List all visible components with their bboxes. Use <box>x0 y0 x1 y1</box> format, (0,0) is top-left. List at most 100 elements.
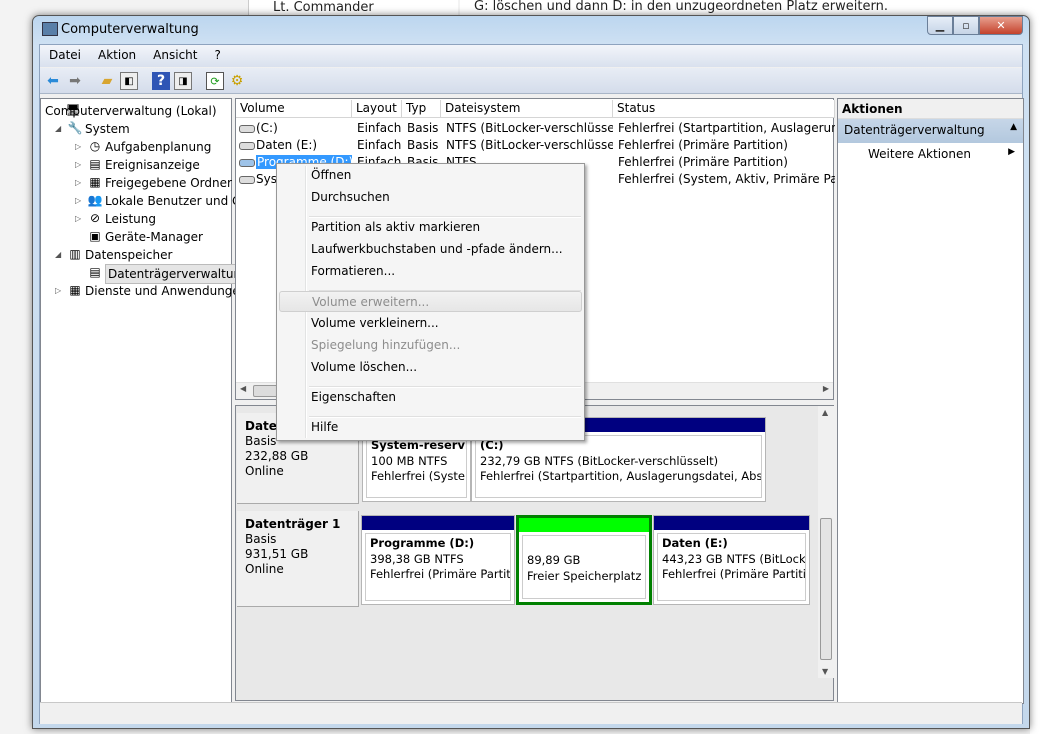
context-menu: Öffnen Durchsuchen Partition als aktiv mar… <box>276 163 585 441</box>
partition-size: 89,89 GB <box>527 553 581 567</box>
disk-type: Basis <box>245 434 277 448</box>
context-menu-item: Volume erweitern... <box>279 291 582 312</box>
menu-aktion[interactable]: Aktion <box>89 45 144 67</box>
tree-item[interactable]: ▤ Datenträgerverwaltung <box>41 264 252 284</box>
context-menu-item[interactable]: Volume löschen... <box>279 357 582 378</box>
table-row[interactable]: Daten (E:) Einfach Basis NTFS (BitLocker-ve… <box>236 137 833 154</box>
tools-icon: 🔧 <box>67 121 83 135</box>
status-bar <box>40 702 1022 724</box>
tree-item[interactable]: ▷ ◷ Aufgabenplanung <box>41 138 231 156</box>
menu-datei[interactable]: Datei <box>40 45 89 67</box>
table-cell: Einfach <box>357 137 402 154</box>
tree-item[interactable]: ◢ 🔧 System <box>41 120 231 138</box>
properties-icon[interactable]: ⚙ <box>228 72 246 90</box>
context-menu-item[interactable]: Eigenschaften <box>279 387 582 408</box>
expander-icon[interactable]: ▷ <box>55 282 61 300</box>
tree-item[interactable]: ▷ ▦ Dienste und Anwendungen <box>41 282 247 300</box>
column-header[interactable]: Layout <box>352 100 402 118</box>
close-button[interactable]: ✕ <box>979 16 1023 35</box>
event-viewer-icon: ▤ <box>89 157 101 171</box>
tree-item[interactable]: ▷ ▦ Freigegebene Ordner <box>41 174 232 192</box>
tree-item[interactable]: ◢ ▥ Datenspeicher <box>41 246 231 264</box>
shared-folder-icon: ▦ <box>89 175 101 189</box>
up-folder-icon[interactable]: ▰ <box>98 72 116 90</box>
tree-item[interactable]: 🖥 Computerverwaltung (Lokal) <box>41 102 231 120</box>
expander-icon[interactable]: ▷ <box>75 156 81 174</box>
partition-primary[interactable]: Programme (D:) 398,38 GB NTFS Fehlerfrei (… <box>361 515 515 605</box>
cell-text: Daten (E:) <box>256 138 318 152</box>
volume-drive-icon <box>239 125 255 133</box>
background-text: Lt. Commander <box>273 0 374 15</box>
tree-item[interactable]: ▷ 👥 Lokale Benutzer und Gruppen <box>41 192 284 210</box>
storage-icon: ▥ <box>69 247 81 261</box>
tree-item-label: Leistung <box>105 212 156 226</box>
tree-item-label: Datenträgerverwaltung <box>105 264 252 284</box>
forward-icon[interactable]: ➡ <box>66 72 84 90</box>
context-menu-item[interactable]: Öffnen <box>279 165 582 186</box>
more-actions-item[interactable]: Weitere Aktionen ▶ <box>838 143 1023 165</box>
context-menu-item[interactable]: Formatieren... <box>279 261 582 282</box>
show-hide-action-pane-icon[interactable]: ◨ <box>174 72 192 90</box>
tree-item[interactable]: ▷ ▤ Ereignisanzeige <box>41 156 231 174</box>
submenu-arrow-icon: ▶ <box>1008 147 1015 157</box>
expander-icon[interactable]: ◢ <box>55 120 61 138</box>
expander-icon[interactable]: ◢ <box>55 246 61 264</box>
table-cell: Fehlerfrei (Primäre Partition) <box>618 154 835 171</box>
cell-text: Fehlerfrei (Primäre Partition) <box>618 138 788 152</box>
more-actions-label: Weitere Aktionen <box>868 147 971 161</box>
navigation-tree: 🖥 Computerverwaltung (Lokal) ◢ 🔧 System ▷ ◷ Auf… <box>40 98 284 704</box>
menu-ansicht[interactable]: Ansicht <box>144 45 205 67</box>
context-menu-item[interactable]: Volume verkleinern... <box>279 313 582 334</box>
partition-size: 232,79 GB NTFS (BitLocker-verschlüsselt) <box>480 453 719 468</box>
actions-section-disk-management[interactable]: Datenträgerverwaltung ▲ <box>838 119 1023 143</box>
context-menu-item[interactable]: Laufwerkbuchstaben und -pfade ändern... <box>279 239 582 260</box>
partition-primary[interactable]: Daten (E:)443,23 GB NTFS (BitLocker-vers… <box>653 515 810 605</box>
context-menu-item[interactable]: Durchsuchen <box>279 187 582 208</box>
cell-text: NTFS (BitLocker-verschlüsselt) <box>446 121 613 135</box>
partition-name <box>527 538 641 553</box>
partition-status: Fehlerfrei (Startpartition, Auslagerungs… <box>480 469 762 483</box>
column-header[interactable]: Typ <box>402 100 441 118</box>
menu-help[interactable]: ? <box>205 45 228 67</box>
table-row[interactable]: (C:) Einfach Basis NTFS (BitLocker-verschlü… <box>236 120 835 137</box>
cell-text: Fehlerfrei (Primäre Partition) <box>618 155 788 169</box>
show-hide-tree-icon[interactable]: ◧ <box>120 72 138 90</box>
expander-icon[interactable]: ▷ <box>75 138 81 156</box>
expander-icon[interactable]: ▷ <box>75 192 81 210</box>
cell-text: Basis <box>407 138 439 152</box>
disk-state: Online <box>245 464 284 478</box>
context-menu-item[interactable]: Hilfe <box>279 417 582 438</box>
tree-item[interactable]: ▷ ⊘ Leistung <box>41 210 231 228</box>
column-header[interactable]: Dateisystem <box>441 100 613 118</box>
table-cell: NTFS (BitLocker-verschlüsselt) <box>446 120 613 137</box>
tree-item[interactable]: ▣ Geräte-Manager <box>41 228 231 246</box>
minimize-button[interactable]: ▁ <box>927 16 953 35</box>
tree-item-label: Dienste und Anwendungen <box>85 284 248 298</box>
disk-size: 232,88 GB <box>245 449 309 463</box>
expander-icon[interactable]: ▷ <box>75 210 81 228</box>
device-manager-icon: ▣ <box>89 229 101 243</box>
disk-size: 931,51 GB <box>245 547 309 561</box>
refresh-icon[interactable]: ⟳ <box>206 72 224 90</box>
menu-bar: Datei Aktion Ansicht ? <box>40 45 1022 67</box>
partition-status: Freier Speicherplatz <box>527 568 642 583</box>
maximize-button[interactable]: ▫ <box>953 16 979 35</box>
tree-item-label: Freigegebene Ordner <box>105 176 232 190</box>
background-window <box>1030 40 1043 734</box>
window-title: Computerverwaltung <box>61 22 199 37</box>
volume-drive-icon <box>239 176 255 184</box>
vertical-scrollbar[interactable]: ▲ ▼ <box>818 406 834 678</box>
column-header[interactable]: Status <box>613 100 835 118</box>
partition-free[interactable]: 89,89 GB Freier Speicherplatz <box>516 515 652 605</box>
background-text: G: löschen und dann D: in den unzugeordn… <box>474 0 888 14</box>
column-header[interactable]: Volume <box>236 100 352 118</box>
help-icon[interactable]: ? <box>152 72 170 90</box>
expander-icon[interactable]: ▷ <box>75 174 81 192</box>
context-menu-item[interactable]: Partition als aktiv markieren <box>279 217 582 238</box>
disk-label[interactable]: Datenträger 1 Basis 931,51 GB Online <box>237 511 359 607</box>
disk-name: Datenträger 1 <box>245 517 341 531</box>
back-icon[interactable]: ⬅ <box>44 72 62 90</box>
collapse-icon[interactable]: ▲ <box>1010 122 1017 132</box>
volume-drive-icon <box>239 142 255 150</box>
services-icon: ▦ <box>69 283 81 297</box>
